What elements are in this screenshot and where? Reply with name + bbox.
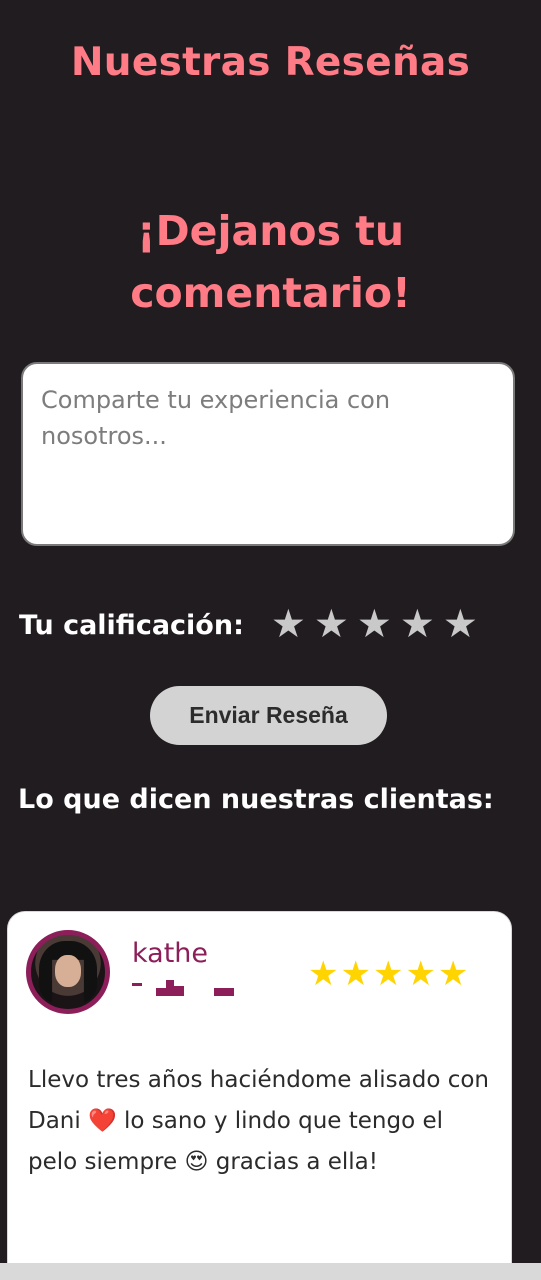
meta-glyph bbox=[156, 988, 166, 996]
bottom-scroll-bar bbox=[0, 1263, 541, 1280]
review-card: kathe ★★★★★ Llevo tres años haciéndome a… bbox=[7, 911, 512, 1280]
submit-review-button[interactable]: Enviar Reseña bbox=[150, 686, 387, 745]
meta-glyph bbox=[132, 983, 142, 986]
reviewer-name: kathe bbox=[132, 938, 209, 969]
user-avatar bbox=[26, 930, 110, 1014]
clients-section-title: Lo que dicen nuestras clientas: bbox=[18, 784, 494, 815]
reviews-page: Nuestras Reseñas ¡Dejanos tu comentario!… bbox=[0, 0, 541, 1280]
star-icon-2[interactable]: ★ bbox=[313, 603, 350, 647]
review-stars-icon: ★★★★★ bbox=[308, 954, 471, 994]
rating-row: Tu calificación: ★ ★ ★ ★ ★ bbox=[19, 600, 524, 650]
meta-glyph bbox=[166, 980, 174, 996]
avatar-face bbox=[55, 955, 81, 987]
meta-glyph bbox=[174, 986, 184, 996]
comment-textarea[interactable] bbox=[21, 362, 515, 546]
star-icon-5[interactable]: ★ bbox=[442, 603, 479, 647]
rating-label: Tu calificación: bbox=[19, 609, 244, 641]
star-icon-1[interactable]: ★ bbox=[270, 603, 307, 647]
leave-comment-heading: ¡Dejanos tu comentario! bbox=[130, 207, 411, 317]
review-text: Llevo tres años haciéndome alisado con D… bbox=[28, 1067, 489, 1175]
meta-glyph bbox=[214, 988, 234, 996]
page-title: Nuestras Reseñas bbox=[70, 40, 471, 85]
star-rating-input: ★ ★ ★ ★ ★ bbox=[270, 603, 479, 647]
star-icon-4[interactable]: ★ bbox=[399, 603, 436, 647]
star-icon-3[interactable]: ★ bbox=[356, 603, 393, 647]
reviewer-meta-glyphs bbox=[132, 980, 242, 1000]
